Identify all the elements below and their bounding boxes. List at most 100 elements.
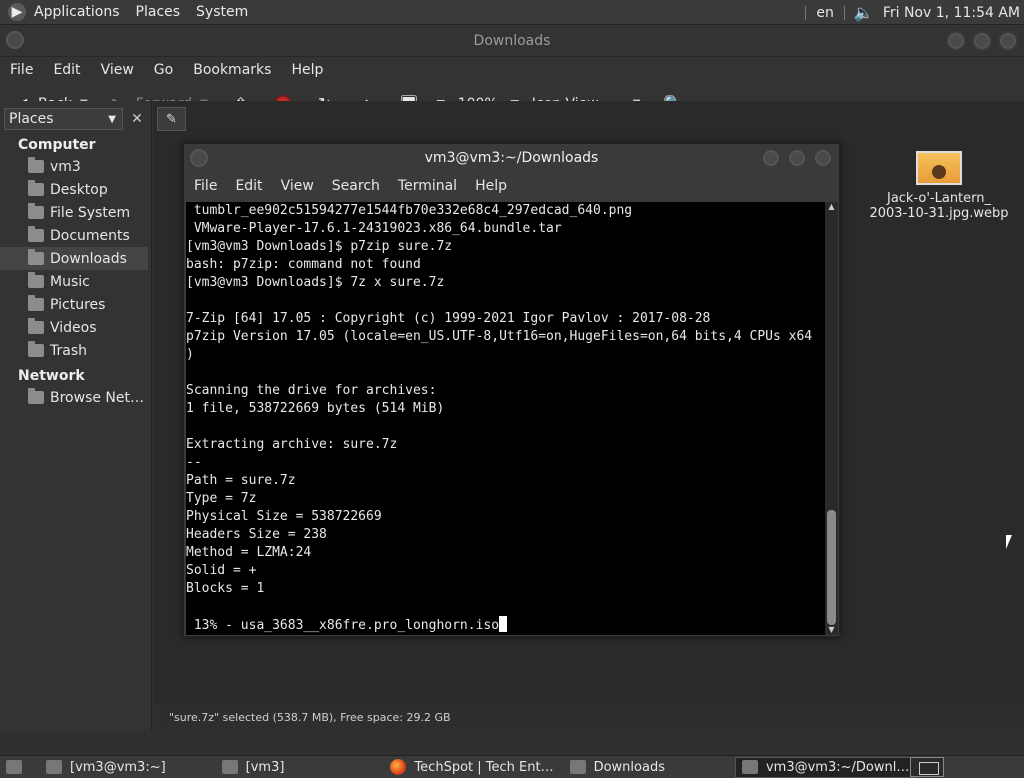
clock[interactable]: Fri Nov 1, 11:54 AM (883, 5, 1020, 21)
sidebar-item-label: Videos (50, 319, 97, 336)
taskbar-item[interactable]: [vm3@vm3:~] (40, 757, 172, 778)
terminal-line: 7-Zip [64] 17.05 : Copyright (c) 1999-20… (186, 311, 711, 326)
menu-system[interactable]: System (196, 4, 248, 20)
taskbar-item[interactable]: Downloads (564, 757, 671, 778)
window-title: Downloads (473, 32, 551, 49)
terminal-cursor (499, 616, 508, 632)
close-icon[interactable]: ✕ (127, 109, 147, 129)
terminal-line: -- (186, 455, 202, 470)
menu-help[interactable]: Help (291, 62, 323, 78)
maximize-button[interactable] (787, 148, 807, 168)
menu-edit[interactable]: Edit (235, 178, 262, 194)
chevron-down-icon: ▼ (108, 113, 116, 125)
workspace-switcher-2[interactable] (950, 757, 984, 777)
taskbar-item[interactable]: TechSpot | Tech Ent… (384, 757, 559, 778)
menu-edit[interactable]: Edit (53, 62, 80, 78)
folder-icon (28, 249, 44, 265)
sidebar-item-label: File System (50, 204, 131, 221)
sidebar-item-browse-network[interactable]: Browse Net… (0, 386, 151, 409)
terminal-window[interactable]: vm3@vm3:~/Downloads File Edit View Searc… (183, 143, 840, 637)
menu-help[interactable]: Help (475, 178, 507, 194)
panel-separator (805, 5, 807, 20)
task-label: TechSpot | Tech Ent… (414, 759, 554, 775)
terminal-icon (46, 760, 62, 774)
menu-places[interactable]: Places (136, 4, 181, 20)
sidebar-group-computer: Computer (18, 137, 96, 153)
taskbar-item[interactable]: [vm3] (216, 757, 291, 778)
task-label: Downloads (593, 759, 665, 775)
sidebar-item-label: Browse Net… (50, 389, 145, 406)
menu-go[interactable]: Go (154, 62, 173, 78)
close-button[interactable] (813, 148, 833, 168)
menu-file[interactable]: File (10, 62, 33, 78)
window-menu-icon[interactable] (190, 149, 208, 167)
menu-file[interactable]: File (194, 178, 217, 194)
status-text: "sure.7z" selected (538.7 MB), Free spac… (169, 710, 451, 724)
panel-separator (843, 5, 845, 20)
terminal-titlebar[interactable]: vm3@vm3:~/Downloads (184, 144, 839, 172)
workspace-switcher-1[interactable] (910, 757, 944, 777)
show-desktop-button[interactable] (0, 757, 36, 778)
sidebar-item-music[interactable]: Music (0, 270, 151, 293)
close-button[interactable] (998, 31, 1018, 51)
sidebar-select-label: Places (9, 111, 54, 127)
minimize-button[interactable] (946, 31, 966, 51)
sidebar-item-label: Music (50, 273, 90, 290)
menu-search[interactable]: Search (332, 178, 380, 194)
scroll-down-icon[interactable]: ▼ (825, 625, 838, 635)
window-titlebar[interactable]: Downloads (0, 25, 1024, 57)
scrollbar-thumb[interactable] (827, 510, 836, 625)
firefox-icon (390, 759, 407, 775)
terminal-output[interactable]: tumblr_ee902c51594277e1544fb70e332e68c4_… (186, 202, 827, 635)
sidebar-item-trash[interactable]: Trash (0, 339, 151, 362)
task-label: [vm3] (245, 759, 285, 775)
menu-view[interactable]: View (101, 62, 134, 78)
sidebar-item-pictures[interactable]: Pictures (0, 293, 151, 316)
keyboard-layout-indicator[interactable]: en (816, 5, 834, 21)
sidebar-item-label: Desktop (50, 181, 108, 198)
minimize-button[interactable] (761, 148, 781, 168)
window-menu-icon[interactable] (6, 31, 24, 49)
sidebar-places-select[interactable]: Places ▼ (4, 108, 123, 130)
task-label: [vm3@vm3:~] (70, 759, 166, 775)
sidebar-item-label: Downloads (50, 250, 127, 267)
terminal-line: 13% - usa_3683__x86fre.pro_longhorn.iso (186, 616, 827, 634)
menu-view[interactable]: View (281, 178, 314, 194)
sidebar-item-label: Documents (50, 227, 130, 244)
edit-location-button[interactable]: ✎ (157, 107, 186, 131)
scroll-up-icon[interactable]: ▲ (825, 202, 838, 212)
mouse-pointer-icon (1006, 535, 1012, 549)
menu-applications[interactable]: Applications (34, 4, 120, 20)
terminal-scrollbar[interactable]: ▲ ▼ (825, 202, 838, 635)
folder-icon (28, 226, 44, 242)
network-icon (28, 388, 44, 404)
file-icon-item[interactable]: Jack-o'-Lantern_ 2003-10-31.jpg.webp (865, 151, 1013, 221)
trash-icon (28, 341, 44, 357)
menu-terminal[interactable]: Terminal (398, 178, 457, 194)
sidebar-item-desktop[interactable]: Desktop (0, 178, 151, 201)
sidebar-item-vm3[interactable]: vm3 (0, 155, 151, 178)
menu-bookmarks[interactable]: Bookmarks (193, 62, 271, 78)
terminal-line: Method = LZMA:24 (186, 545, 312, 560)
distro-logo-icon[interactable]: ▶ (8, 3, 26, 21)
folder-icon (28, 318, 44, 334)
maximize-button[interactable] (972, 31, 992, 51)
volume-icon[interactable]: 🔈 (854, 3, 874, 22)
sidebar-group-network: Network (18, 368, 85, 384)
taskbar-item-active[interactable]: vm3@vm3:~/Downl… (734, 756, 917, 778)
sidebar-item-videos[interactable]: Videos (0, 316, 151, 339)
file-name-line1: Jack-o'-Lantern_ (886, 191, 992, 206)
breadcrumb: ✎ (157, 105, 186, 133)
home-folder-icon (28, 157, 44, 173)
terminal-line: p7zip Version 17.05 (locale=en_US.UTF-8,… (186, 329, 813, 344)
sidebar-item-file-system[interactable]: File System (0, 201, 151, 224)
folder-icon (221, 760, 238, 774)
status-bar: "sure.7z" selected (538.7 MB), Free spac… (153, 704, 1024, 730)
terminal-title: vm3@vm3:~/Downloads (424, 150, 599, 166)
workspace-switcher-3[interactable] (990, 757, 1024, 777)
terminal-menubar: File Edit View Search Terminal Help (184, 172, 839, 200)
sidebar-item-downloads[interactable]: Downloads (0, 247, 148, 270)
sidebar-item-documents[interactable]: Documents (0, 224, 151, 247)
